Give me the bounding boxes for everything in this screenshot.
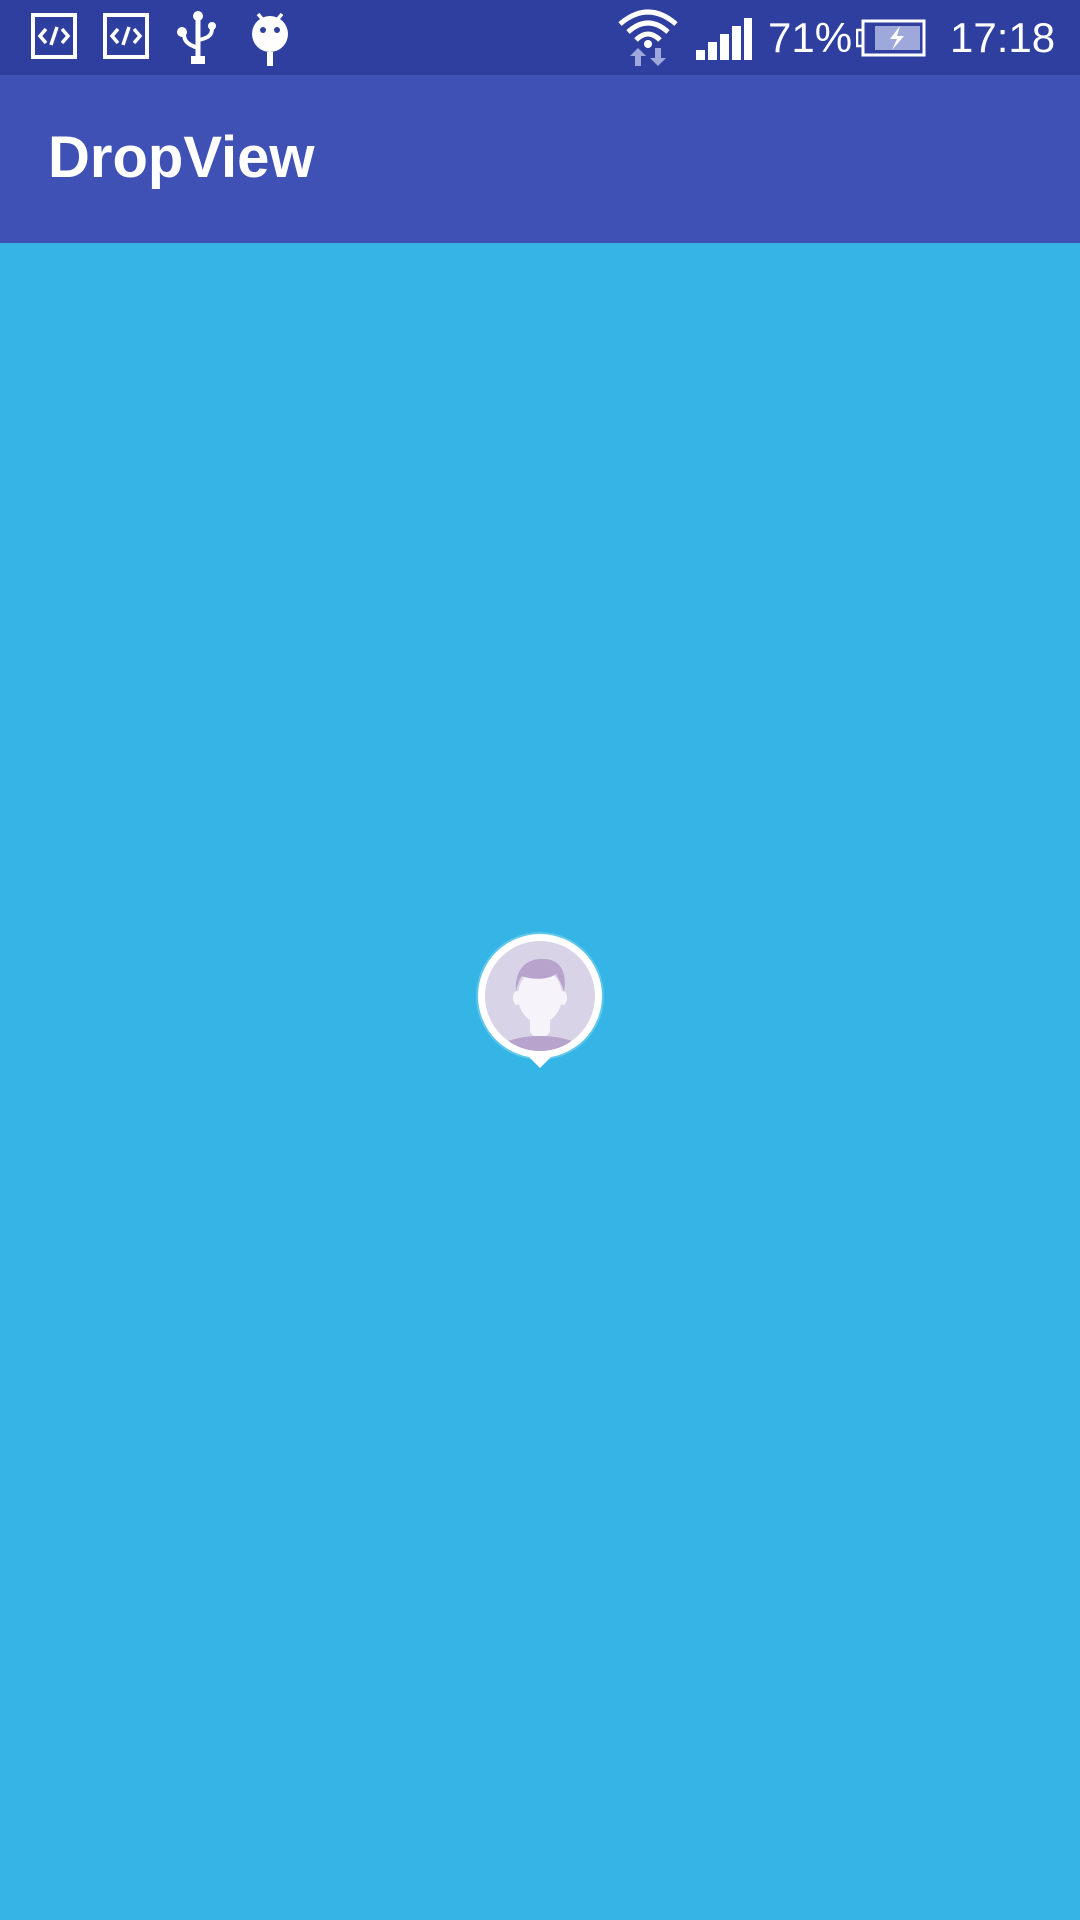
code-icon: [102, 12, 150, 64]
app-bar: DropView: [0, 75, 1080, 243]
battery-percent: 71%: [768, 14, 853, 61]
status-bar: 71% 17:18: [0, 0, 1080, 75]
content-area: [0, 243, 1080, 1920]
app-title: DropView: [48, 125, 315, 190]
drop-view-avatar-pin[interactable]: [474, 932, 606, 1072]
battery-charging-icon: [856, 18, 926, 70]
code-icon: [30, 12, 78, 64]
status-time: 17:18: [950, 14, 1056, 61]
app-screen: 71% 17:18 DropView: [0, 0, 1080, 1920]
android-debug-icon: [246, 8, 294, 66]
usb-icon: [174, 10, 222, 64]
avatar-pin-icon: [476, 932, 604, 1068]
wifi-icon: [616, 6, 680, 66]
signal-icon: [694, 16, 754, 68]
